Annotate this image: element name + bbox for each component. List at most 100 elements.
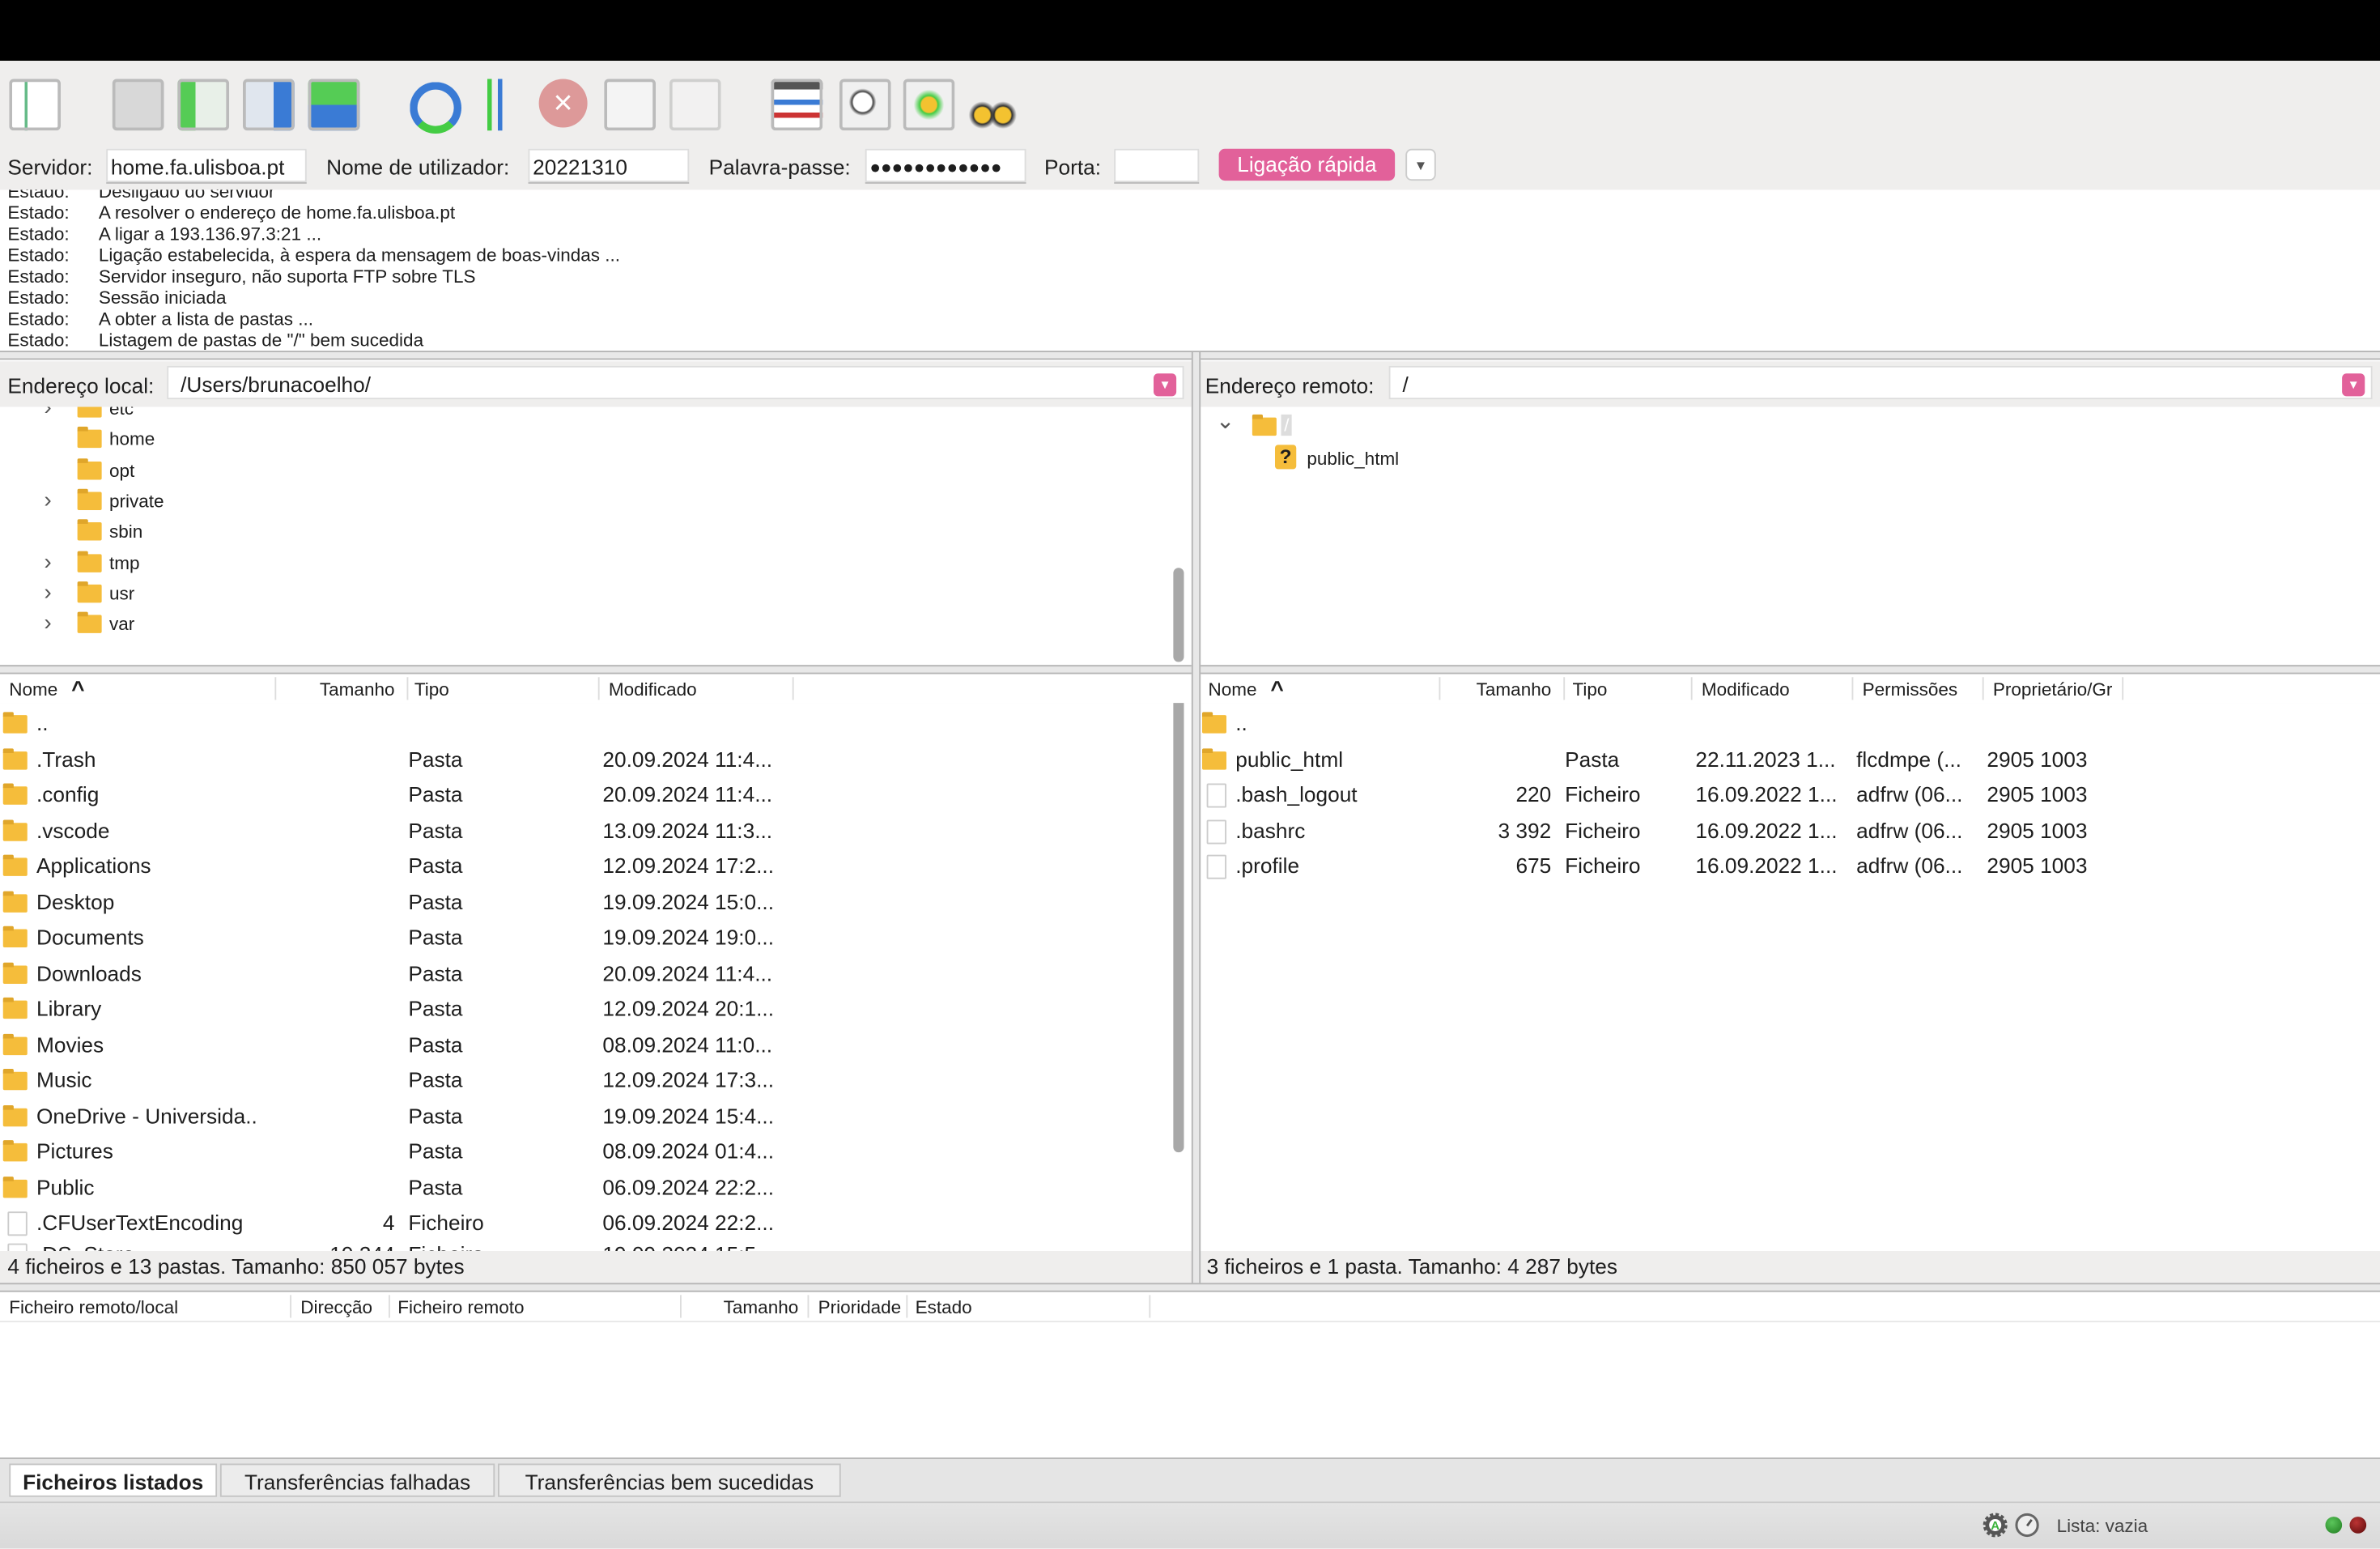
column-header-type[interactable]: Tipo — [414, 679, 449, 700]
tree-item[interactable]: opt — [0, 456, 1154, 483]
remote-splitter[interactable] — [1199, 665, 2380, 674]
file-row[interactable]: .DS_Store 10 244 Ficheiro 19.09.2024 15:5..… — [0, 1237, 1184, 1251]
chevron-down-icon[interactable]: ⌄ — [1216, 407, 1235, 434]
sync-browsing-icon[interactable] — [903, 79, 955, 131]
file-row[interactable]: Public Pasta 06.09.2024 22:2... — [0, 1170, 1184, 1203]
chevron-right-icon[interactable]: › — [44, 549, 51, 575]
file-row[interactable]: .CFUserTextEncoding 4 Ficheiro 06.09.2024 2… — [0, 1206, 1184, 1239]
column-divider[interactable] — [1851, 677, 1854, 700]
column-divider[interactable] — [290, 1295, 291, 1318]
column-divider[interactable] — [389, 1295, 390, 1318]
column-divider[interactable] — [680, 1295, 682, 1318]
column-divider[interactable] — [597, 677, 600, 700]
local-list-scrollbar[interactable] — [1173, 703, 1184, 1153]
compare-directories-icon[interactable] — [839, 79, 891, 131]
column-divider[interactable] — [1563, 677, 1566, 700]
file-row[interactable]: .. — [1199, 706, 2380, 739]
port-input[interactable] — [1114, 148, 1200, 182]
message-log[interactable]: Estado: Desligado do servidor Estado: A re… — [0, 189, 2380, 351]
column-header-direction[interactable]: Direcção — [300, 1296, 372, 1317]
file-row[interactable]: Documents Pasta 19.09.2024 19:0... — [0, 920, 1184, 953]
column-header-name[interactable]: Nome — [1209, 679, 1257, 700]
file-row[interactable]: OneDrive - Universida.. Pasta 19.09.2024 1… — [0, 1099, 1184, 1132]
local-directory-tree[interactable]: › etc home opt › private sbin › tmp › usr › v… — [0, 406, 1192, 666]
column-divider[interactable] — [1982, 677, 1984, 700]
transfer-queue-list[interactable] — [0, 1322, 2380, 1458]
log-splitter[interactable] — [0, 351, 2380, 360]
server-input[interactable]: home.fa.ulisboa.pt — [106, 148, 307, 182]
column-header-permissions[interactable]: Permissões — [1863, 679, 1958, 700]
tab-failed-transfers[interactable]: Transferências falhadas — [219, 1463, 495, 1497]
tree-item[interactable]: sbin — [0, 517, 1154, 545]
file-row[interactable]: Desktop Pasta 19.09.2024 15:0... — [0, 884, 1184, 917]
tree-item[interactable]: › etc — [0, 406, 1154, 423]
remote-file-list[interactable]: .. public_html Pasta 22.11.2023 1... flcdmp… — [1199, 703, 2380, 1251]
reconnect-icon[interactable] — [669, 79, 721, 131]
tree-item[interactable]: ? public_html — [1199, 445, 1502, 472]
quickconnect-button[interactable]: Ligação rápida — [1218, 148, 1396, 181]
local-splitter[interactable] — [0, 665, 1192, 674]
username-input[interactable]: 20221310 — [528, 148, 690, 182]
column-divider[interactable] — [807, 1295, 810, 1318]
column-header-owner[interactable]: Proprietário/Gr — [1993, 679, 2113, 700]
file-row[interactable]: .bash_logout 220 Ficheiro 16.09.2022 1... ad… — [1199, 777, 2380, 811]
refresh-icon[interactable] — [410, 82, 461, 134]
remote-directory-tree[interactable]: ⌄ / ? public_html — [1199, 406, 2380, 666]
file-row[interactable]: .vscode Pasta 13.09.2024 11:3... — [0, 813, 1184, 846]
quickconnect-history-dropdown[interactable]: ▼ — [1405, 148, 1436, 181]
column-header-local-file[interactable]: Ficheiro remoto/local — [9, 1296, 178, 1317]
column-header-size[interactable]: Tamanho — [1477, 679, 1552, 700]
local-address-input[interactable]: /Users/brunacoelho/ ▼ — [167, 365, 1184, 400]
column-divider[interactable] — [406, 677, 409, 700]
pane-splitter[interactable] — [1191, 352, 1201, 1285]
column-header-priority[interactable]: Prioridade — [818, 1296, 902, 1317]
column-header-size[interactable]: Tamanho — [320, 679, 395, 700]
file-row[interactable]: .profile 675 Ficheiro 16.09.2022 1... adfrw … — [1199, 849, 2380, 882]
speed-limit-icon[interactable] — [2014, 1513, 2040, 1538]
tab-successful-transfers[interactable]: Transferências bem sucedidas — [498, 1463, 841, 1497]
toggle-local-tree-icon[interactable] — [177, 79, 230, 131]
file-row[interactable]: .. — [0, 706, 1184, 739]
toggle-queue-icon[interactable] — [308, 79, 360, 131]
column-divider[interactable] — [1149, 1295, 1151, 1318]
search-files-icon[interactable] — [967, 79, 1019, 131]
column-header-modified[interactable]: Modificado — [609, 679, 697, 700]
chevron-right-icon[interactable]: › — [44, 580, 51, 606]
toggle-remote-tree-icon[interactable] — [243, 79, 295, 131]
process-queue-icon[interactable] — [474, 79, 527, 131]
chevron-down-icon[interactable]: ▼ — [2342, 373, 2365, 397]
file-row[interactable]: .config Pasta 20.09.2024 11:4... — [0, 777, 1184, 811]
file-row[interactable]: .bashrc 3 392 Ficheiro 16.09.2022 1... adfrw… — [1199, 813, 2380, 846]
column-header-type[interactable]: Tipo — [1573, 679, 1608, 700]
file-row[interactable]: Music Pasta 12.09.2024 17:3... — [0, 1063, 1184, 1096]
column-header-modified[interactable]: Modificado — [1702, 679, 1790, 700]
tree-item[interactable]: › var — [0, 611, 1154, 638]
column-divider[interactable] — [792, 677, 794, 700]
queue-splitter[interactable] — [0, 1283, 2380, 1292]
file-row[interactable]: Applications Pasta 12.09.2024 17:2... — [0, 849, 1184, 882]
gear-icon[interactable]: A — [1983, 1513, 2008, 1538]
column-header-name[interactable]: Nome — [9, 679, 57, 700]
remote-address-input[interactable]: / ▼ — [1388, 365, 2373, 400]
password-input[interactable]: ●●●●●●●●●●●● — [865, 148, 1026, 182]
file-row[interactable]: .Trash Pasta 20.09.2024 11:4... — [0, 742, 1184, 775]
column-header-remote-file[interactable]: Ficheiro remoto — [397, 1296, 524, 1317]
column-header-status[interactable]: Estado — [916, 1296, 972, 1317]
column-header-size[interactable]: Tamanho — [724, 1296, 799, 1317]
tree-item[interactable]: › tmp — [0, 549, 1154, 577]
tree-item[interactable]: › usr — [0, 580, 1154, 607]
column-divider[interactable] — [1690, 677, 1693, 700]
disconnect-icon[interactable] — [604, 79, 656, 131]
file-row[interactable]: Movies Pasta 08.09.2024 11:0... — [0, 1027, 1184, 1060]
chevron-right-icon[interactable]: › — [44, 407, 51, 421]
file-row[interactable]: Downloads Pasta 20.09.2024 11:4... — [0, 955, 1184, 989]
local-tree-scrollbar[interactable] — [1173, 568, 1184, 662]
column-divider[interactable] — [274, 677, 277, 700]
directory-listing-filters-icon[interactable] — [771, 79, 823, 131]
column-divider[interactable] — [906, 1295, 908, 1318]
chevron-down-icon[interactable]: ▼ — [1154, 373, 1177, 397]
column-divider[interactable] — [2122, 677, 2124, 700]
tab-queued-files[interactable]: Ficheiros listados — [9, 1463, 218, 1497]
file-row[interactable]: Pictures Pasta 08.09.2024 01:4... — [0, 1134, 1184, 1168]
chevron-right-icon[interactable]: › — [44, 487, 51, 513]
